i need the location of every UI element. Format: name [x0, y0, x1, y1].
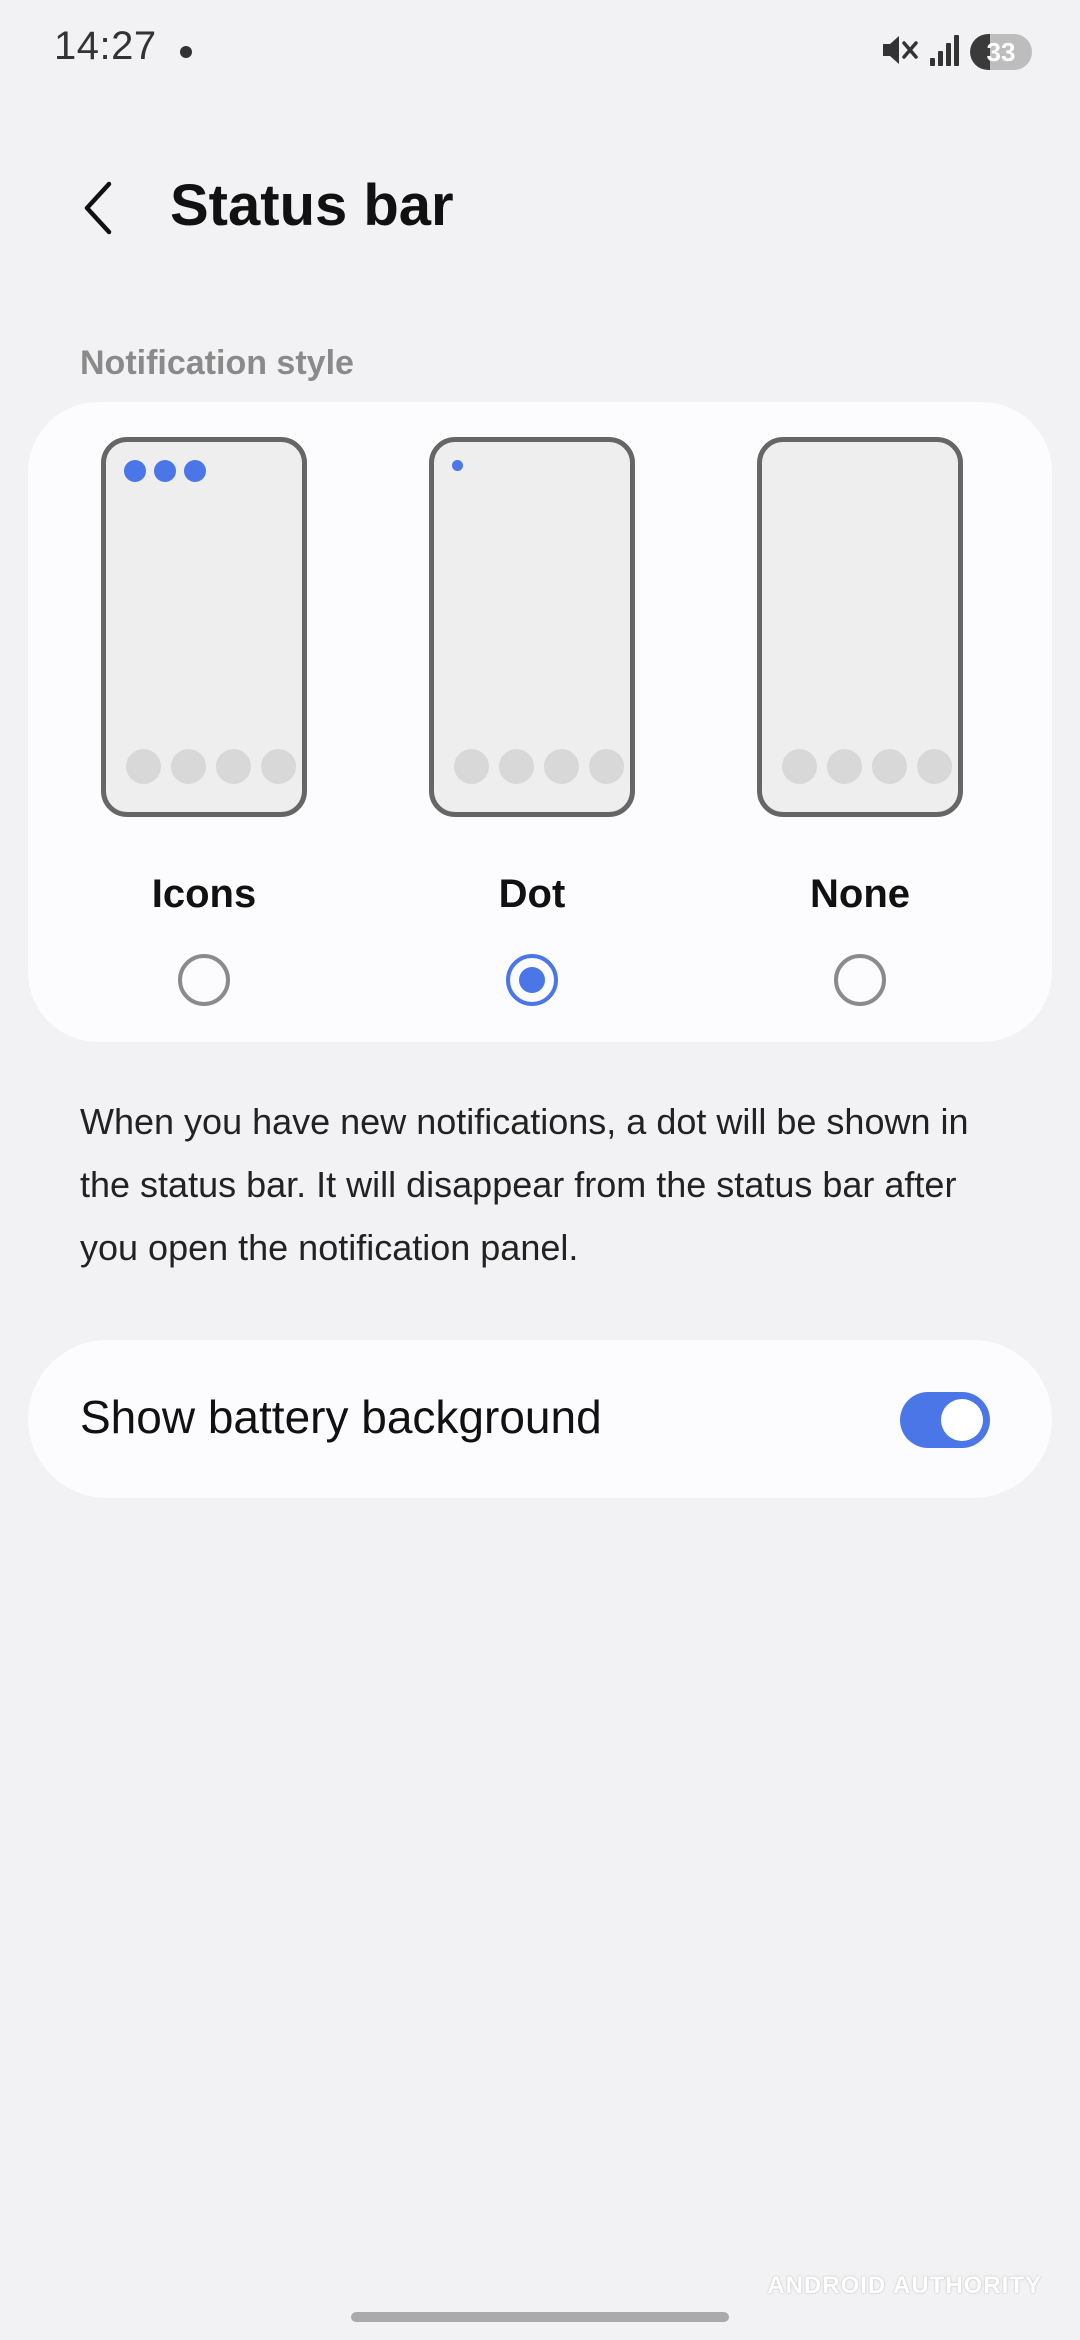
app-icon — [917, 749, 952, 784]
app-icon — [827, 749, 862, 784]
option-icons[interactable]: Icons — [91, 402, 331, 1042]
app-icon — [216, 749, 251, 784]
notification-style-description: When you have new notifications, a dot w… — [80, 1101, 969, 1268]
dock-preview — [126, 749, 296, 784]
option-label-dot: Dot — [498, 872, 566, 916]
notification-style-card: Icons Dot None — [28, 402, 1052, 1042]
notification-dot-icon — [452, 460, 463, 471]
clock: 14:27 — [54, 24, 157, 68]
phone-preview-icons — [101, 437, 307, 817]
back-button[interactable] — [64, 170, 134, 250]
battery-icon: 33 — [970, 34, 1032, 70]
app-icon — [589, 749, 624, 784]
phone-preview-none — [757, 437, 963, 817]
notification-icon — [124, 460, 146, 482]
app-icon — [872, 749, 907, 784]
home-indicator[interactable] — [351, 2312, 729, 2322]
watermark: ANDROID AUTHORITY — [767, 2272, 1042, 2299]
notification-icons-preview — [124, 460, 206, 482]
battery-percentage: 33 — [986, 37, 1016, 67]
notification-dot-icon — [180, 46, 192, 58]
chevron-left-icon — [79, 180, 119, 241]
app-icon — [261, 749, 296, 784]
radio-none[interactable] — [834, 954, 886, 1006]
app-icon — [782, 749, 817, 784]
signal-icon — [928, 32, 962, 73]
dock-preview — [454, 749, 624, 784]
option-label-icons: Icons — [151, 872, 257, 916]
app-icon — [454, 749, 489, 784]
app-icon — [171, 749, 206, 784]
show-battery-background-row[interactable]: Show battery background — [28, 1340, 1052, 1498]
toggle-knob — [941, 1399, 983, 1441]
phone-preview-dot — [429, 437, 635, 817]
app-icon — [499, 749, 534, 784]
show-battery-background-toggle[interactable] — [900, 1392, 990, 1448]
option-label-none: None — [810, 872, 910, 916]
radio-icons[interactable] — [178, 954, 230, 1006]
status-icons: 33 — [880, 30, 1032, 74]
mute-icon — [880, 32, 920, 73]
notification-icon — [154, 460, 176, 482]
show-battery-background-label: Show battery background — [80, 1391, 602, 1443]
system-status-bar: 14:27 33 — [0, 0, 1080, 110]
notification-icon — [184, 460, 206, 482]
option-dot[interactable]: Dot — [419, 402, 659, 1042]
page-title: Status bar — [170, 173, 454, 238]
option-none[interactable]: None — [747, 402, 987, 1042]
radio-dot[interactable] — [506, 954, 558, 1006]
app-icon — [544, 749, 579, 784]
section-label: Notification style — [80, 344, 354, 382]
app-icon — [126, 749, 161, 784]
dock-preview — [782, 749, 952, 784]
